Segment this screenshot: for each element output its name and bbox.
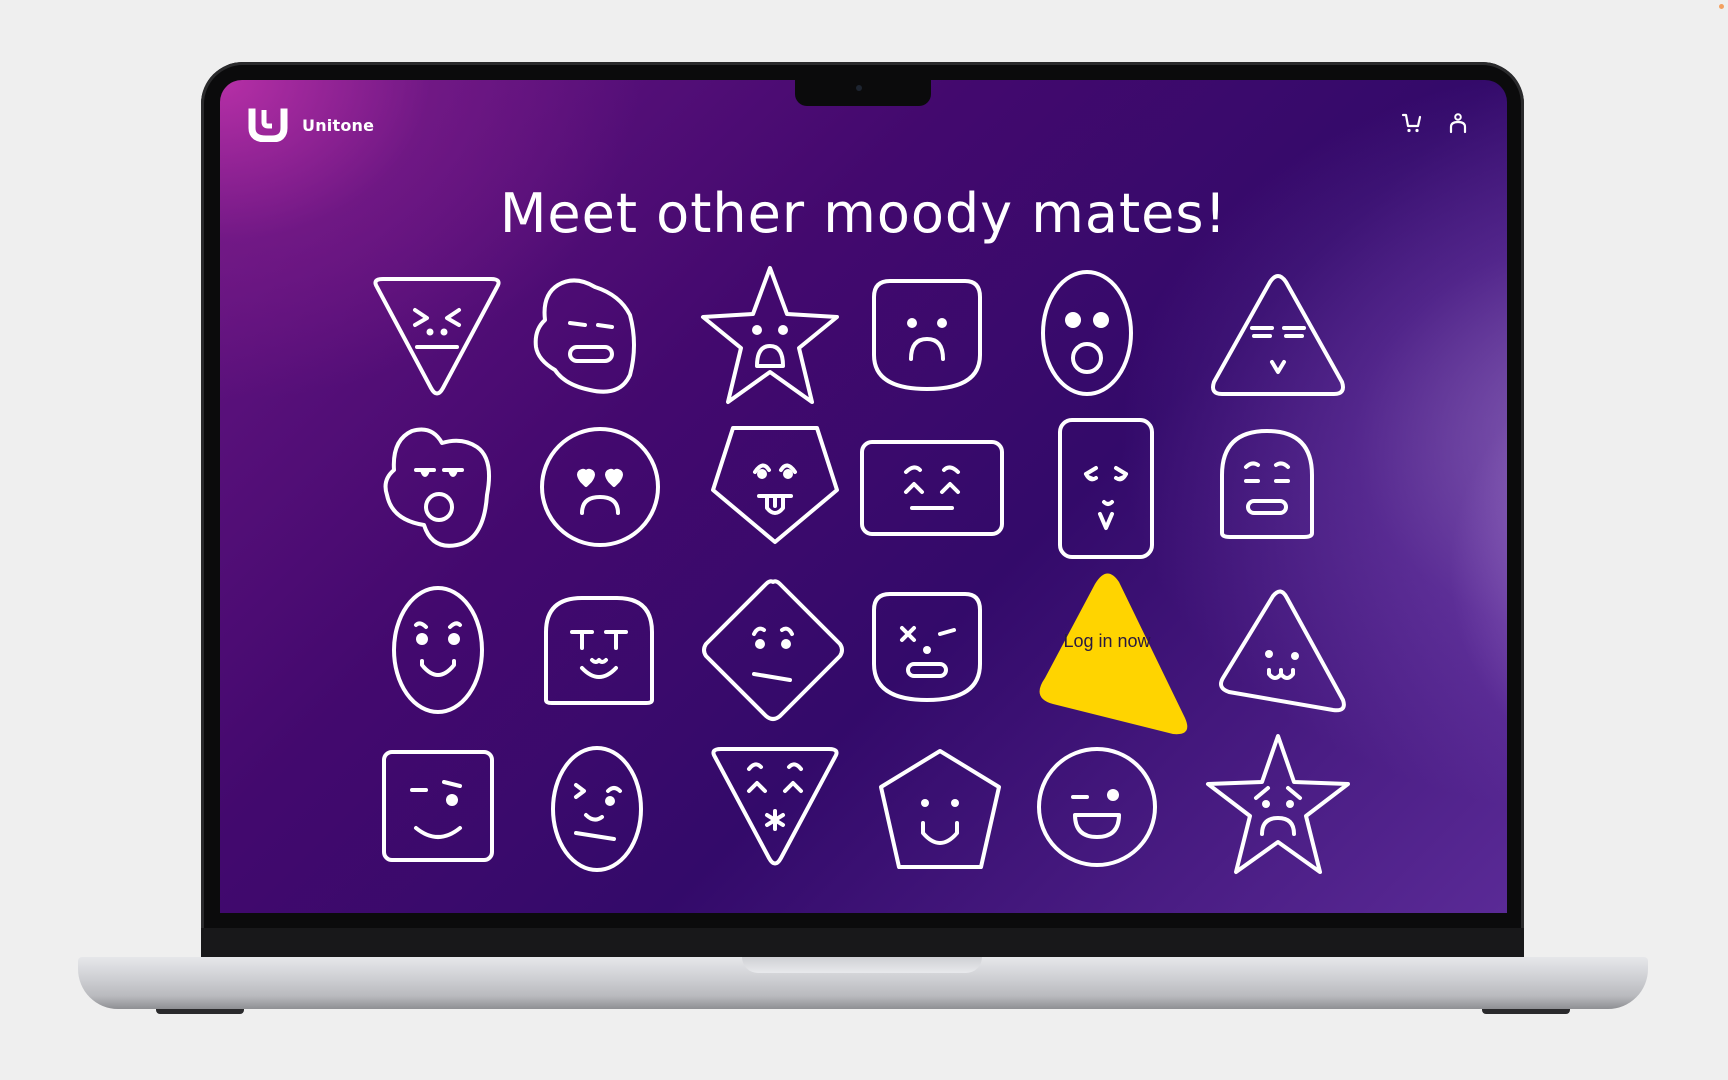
face-lovesick-circle[interactable] bbox=[538, 425, 663, 550]
laptop-hinge bbox=[201, 928, 1524, 958]
face-sleepy-triangle[interactable] bbox=[1208, 270, 1348, 400]
face-surprised-star[interactable] bbox=[695, 262, 845, 412]
laptop-foot bbox=[1482, 1009, 1570, 1014]
face-worried-star[interactable] bbox=[1200, 730, 1355, 880]
face-angry-triangle[interactable] bbox=[367, 275, 507, 405]
camera-notch bbox=[795, 80, 931, 106]
face-shouting-blob[interactable] bbox=[382, 425, 497, 550]
cart-icon[interactable] bbox=[1401, 112, 1423, 134]
face-dizzy-square[interactable] bbox=[870, 588, 985, 706]
face-mischievous-oval[interactable] bbox=[390, 585, 486, 715]
face-doubtful-diamond[interactable] bbox=[698, 578, 848, 723]
face-cute-triangle[interactable] bbox=[1215, 588, 1350, 718]
brand-name: Unitone bbox=[302, 115, 375, 135]
login-cta-button[interactable] bbox=[1025, 568, 1195, 743]
brand[interactable]: Unitone bbox=[248, 108, 374, 142]
face-meh-rounded-blob[interactable] bbox=[1208, 425, 1326, 543]
face-shocked-oval[interactable] bbox=[1040, 268, 1135, 398]
face-suspicious-oval[interactable] bbox=[550, 745, 645, 873]
face-winking-circle[interactable] bbox=[1035, 745, 1160, 870]
user-icon[interactable] bbox=[1447, 112, 1469, 134]
face-unimpressed-blob[interactable] bbox=[530, 275, 645, 400]
page-title: Meet other moody mates! bbox=[499, 182, 1228, 245]
unitone-logo-icon bbox=[248, 108, 288, 142]
face-ecstatic-triangle[interactable] bbox=[705, 745, 845, 875]
camera-icon bbox=[856, 85, 862, 91]
face-content-rectangle[interactable] bbox=[858, 438, 1006, 538]
face-silly-pentagon[interactable] bbox=[705, 420, 845, 550]
face-happy-pentagon[interactable] bbox=[875, 745, 1005, 873]
top-nav-icons bbox=[1401, 112, 1469, 134]
face-smug-square[interactable] bbox=[542, 592, 657, 707]
laptop-foot bbox=[156, 1009, 244, 1014]
app-screen: Unitone Meet other moody mates! Log in n… bbox=[220, 80, 1507, 913]
face-kissy-tall-rectangle[interactable] bbox=[1056, 416, 1156, 561]
face-smirk-square[interactable] bbox=[380, 748, 496, 864]
indicator-dot bbox=[1719, 4, 1724, 9]
face-sad-square[interactable] bbox=[870, 275, 985, 395]
laptop-opening-notch bbox=[742, 957, 982, 973]
